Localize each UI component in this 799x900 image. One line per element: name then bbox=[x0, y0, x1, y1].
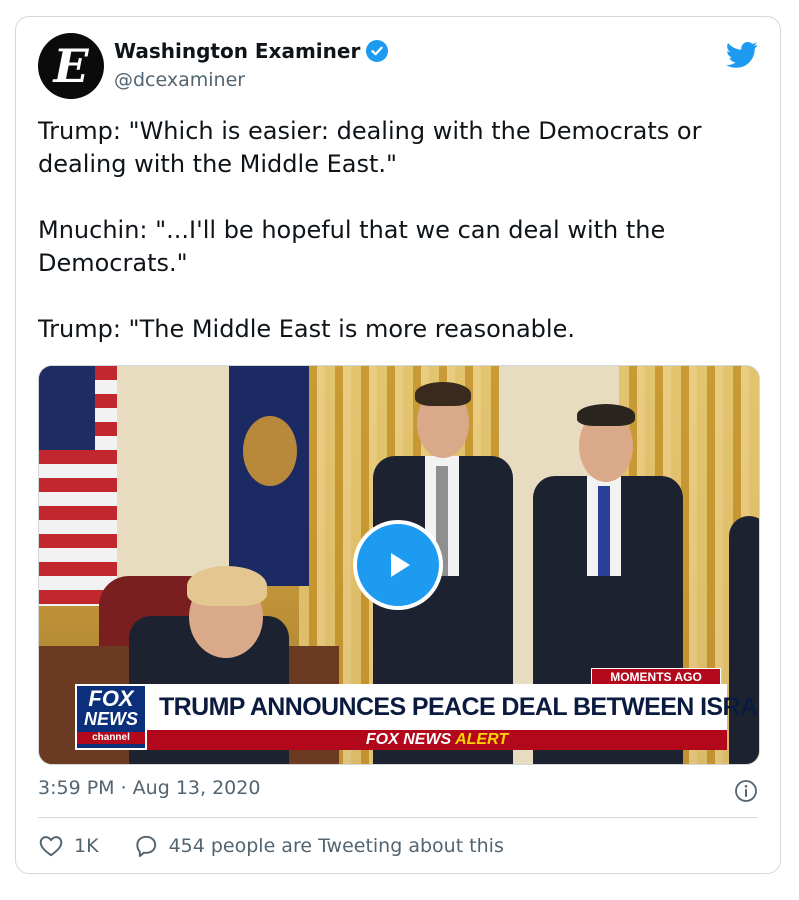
divider bbox=[38, 817, 758, 818]
avatar-glyph: E bbox=[53, 39, 89, 93]
fox-logo-line2: NEWS bbox=[84, 709, 138, 729]
presidential-flag-image bbox=[229, 366, 309, 586]
fox-logo-line1: FOX bbox=[88, 686, 134, 711]
conversation-button[interactable]: 454 people are Tweeting about this bbox=[133, 833, 504, 859]
play-icon bbox=[391, 553, 410, 577]
tweet-actions: 1K 454 people are Tweeting about this bbox=[38, 833, 538, 859]
video-player[interactable]: MOMENTS AGO FOX NEWS channel TRUMP ANNOU… bbox=[38, 365, 760, 765]
news-headline: TRUMP ANNOUNCES PEACE DEAL BETWEEN ISRAE… bbox=[147, 684, 759, 730]
speech-bubble-icon bbox=[135, 835, 156, 857]
avatar[interactable]: E bbox=[38, 33, 104, 99]
tweet-timestamp[interactable]: 3:59 PM · Aug 13, 2020 bbox=[38, 777, 260, 799]
author-handle[interactable]: @dcexaminer bbox=[114, 69, 245, 91]
heart-icon bbox=[39, 836, 63, 857]
us-flag-image bbox=[39, 366, 117, 606]
like-count: 1K bbox=[74, 835, 99, 857]
tweet-text: Trump: "Which is easier: dealing with th… bbox=[38, 115, 758, 346]
tweet-text-line: Trump: "The Middle East is more reasonab… bbox=[38, 315, 575, 343]
alert-brand: FOX NEWS bbox=[365, 731, 456, 748]
tweet-card[interactable]: E Washington Examiner @dcexaminer Trump:… bbox=[15, 16, 781, 874]
info-icon[interactable] bbox=[734, 779, 758, 803]
like-button[interactable]: 1K bbox=[38, 833, 99, 859]
fox-logo-line3: channel bbox=[77, 732, 145, 744]
fox-news-logo: FOX NEWS channel bbox=[75, 684, 147, 750]
author-display-name[interactable]: Washington Examiner bbox=[114, 39, 360, 63]
alert-word: ALERT bbox=[455, 731, 509, 748]
news-alert-bar: FOX NEWS ALERT bbox=[147, 730, 727, 750]
conversation-label: 454 people are Tweeting about this bbox=[168, 835, 504, 857]
play-button[interactable] bbox=[353, 520, 443, 610]
verified-badge-icon bbox=[366, 40, 389, 62]
tweet-text-line: Mnuchin: "...I'll be hopeful that we can… bbox=[38, 216, 666, 277]
twitter-bird-icon[interactable] bbox=[726, 41, 758, 69]
author-name-row[interactable]: Washington Examiner bbox=[114, 39, 389, 63]
tweet-text-line: Trump: "Which is easier: dealing with th… bbox=[38, 117, 702, 178]
